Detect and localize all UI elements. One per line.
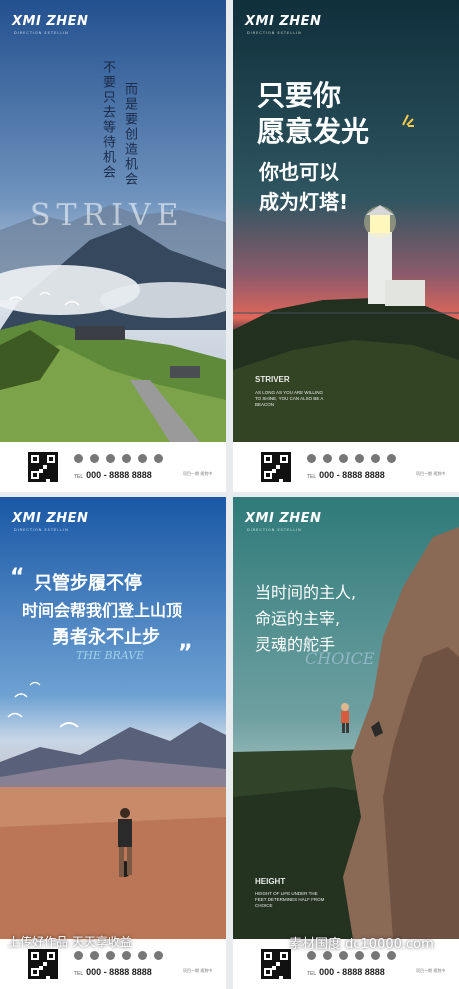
telephone: TEL 000 - 8888 8888 <box>74 470 152 480</box>
script-text: THE BRAVE <box>76 649 145 662</box>
poster-photo-climber <box>233 497 459 939</box>
poster-strive[interactable]: STRIVE XMI ZHEN DIRECTION ESTELLIN 不要只去等… <box>0 0 226 492</box>
poster-photo-walker <box>0 497 226 939</box>
brand-subtitle: DIRECTION ESTELLIN <box>247 528 302 532</box>
footer-note: 项目一期 规划中 <box>416 471 446 476</box>
headline-3: 你也可以 <box>259 160 339 184</box>
poster-brave[interactable]: XMI ZHEN DIRECTION ESTELLIN “ 只管步履不停 时间会… <box>0 497 226 989</box>
caption-body: HEIGHT OF LIFE UNDER THE FEET DETERMINES… <box>255 891 325 908</box>
line-1: 只管步履不停 <box>34 573 142 594</box>
desert-scene <box>0 497 226 939</box>
quote-open-icon: “ <box>10 565 25 590</box>
qr-code[interactable] <box>28 949 58 979</box>
site-watermark: 上传好作品 天天享收益 <box>8 935 132 949</box>
qr-code[interactable] <box>28 452 58 482</box>
sparkle-icon <box>401 112 415 127</box>
line-2: 命运的主宰, <box>255 609 341 628</box>
footer-note: 项目一期 规划中 <box>183 968 213 973</box>
vertical-text-1: 不要只去等待机会 <box>100 60 115 180</box>
partner-logos <box>74 951 214 963</box>
brand-logo: XMI ZHEN <box>12 511 89 526</box>
cliff-scene <box>233 497 459 939</box>
poster-footer: TEL 000 - 8888 8888 项目一期 规划中 <box>233 442 459 492</box>
brand-subtitle: DIRECTION ESTELLIN <box>14 528 69 532</box>
telephone: TEL 000 - 8888 8888 <box>74 967 152 977</box>
qr-code[interactable] <box>261 949 291 979</box>
partner-logos <box>307 454 447 466</box>
partner-logos <box>307 951 447 963</box>
line-3: 勇者永不止步 <box>52 627 160 648</box>
brand-subtitle: DIRECTION ESTELLIN <box>14 31 69 35</box>
brand-logo: XMI ZHEN <box>245 14 322 29</box>
vertical-text-2: 而是要创造机会 <box>122 82 137 187</box>
brand-logo: XMI ZHEN <box>12 14 89 29</box>
headline-1: 只要你 <box>257 79 342 112</box>
poster-footer: TEL 000 - 8888 8888 项目一期 规划中 <box>0 442 226 492</box>
telephone: TEL 000 - 8888 8888 <box>307 470 385 480</box>
footer-note: 项目一期 规划中 <box>416 968 446 973</box>
headline-2: 愿意发光 <box>257 115 370 148</box>
line-2: 时间会帮我们登上山顶 <box>22 601 183 620</box>
brand-logo: XMI ZHEN <box>245 511 322 526</box>
footer-note: 项目一期 规划中 <box>183 471 213 476</box>
poster-choice[interactable]: XMI ZHEN DIRECTION ESTELLIN 当时间的主人, 命运的主… <box>233 497 459 989</box>
caption-body: AS LONG AS YOU ARE WILLING TO SHINE, YOU… <box>255 390 324 407</box>
headline-4: 成为灯塔! <box>259 190 349 214</box>
partner-logos <box>74 454 214 466</box>
qr-code[interactable] <box>261 452 291 482</box>
site-watermark: 素材国度 dc10000.com <box>289 937 434 952</box>
line-1: 当时间的主人, <box>255 583 357 602</box>
poster-lighthouse[interactable]: XMI ZHEN DIRECTION ESTELLIN 只要你 愿意发光 你也可… <box>233 0 459 492</box>
quote-close-icon: ” <box>178 641 193 666</box>
brand-subtitle: DIRECTION ESTELLIN <box>247 31 302 35</box>
strive-watermark: STRIVE <box>30 198 185 233</box>
caption-title: STRIVER <box>255 375 290 384</box>
caption-title: HEIGHT <box>255 877 286 886</box>
script-text: CHOICE <box>305 649 375 668</box>
telephone: TEL 000 - 8888 8888 <box>307 967 385 977</box>
